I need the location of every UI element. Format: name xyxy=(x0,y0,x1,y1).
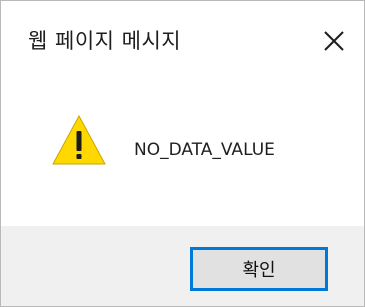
dialog-content: NO_DATA_VALUE xyxy=(1,76,364,226)
close-button[interactable] xyxy=(315,22,353,60)
message-text: NO_DATA_VALUE xyxy=(134,140,275,160)
warning-icon xyxy=(52,114,106,165)
title-bar: 웹 페이지 메시지 xyxy=(1,1,364,76)
ok-button[interactable]: 확인 xyxy=(190,247,328,291)
dialog-title: 웹 페이지 메시지 xyxy=(28,29,182,53)
dialog-footer: 확인 xyxy=(1,226,364,306)
close-icon xyxy=(324,31,344,51)
message-dialog: 웹 페이지 메시지 NO_DATA_VALUE 확인 xyxy=(0,0,365,307)
